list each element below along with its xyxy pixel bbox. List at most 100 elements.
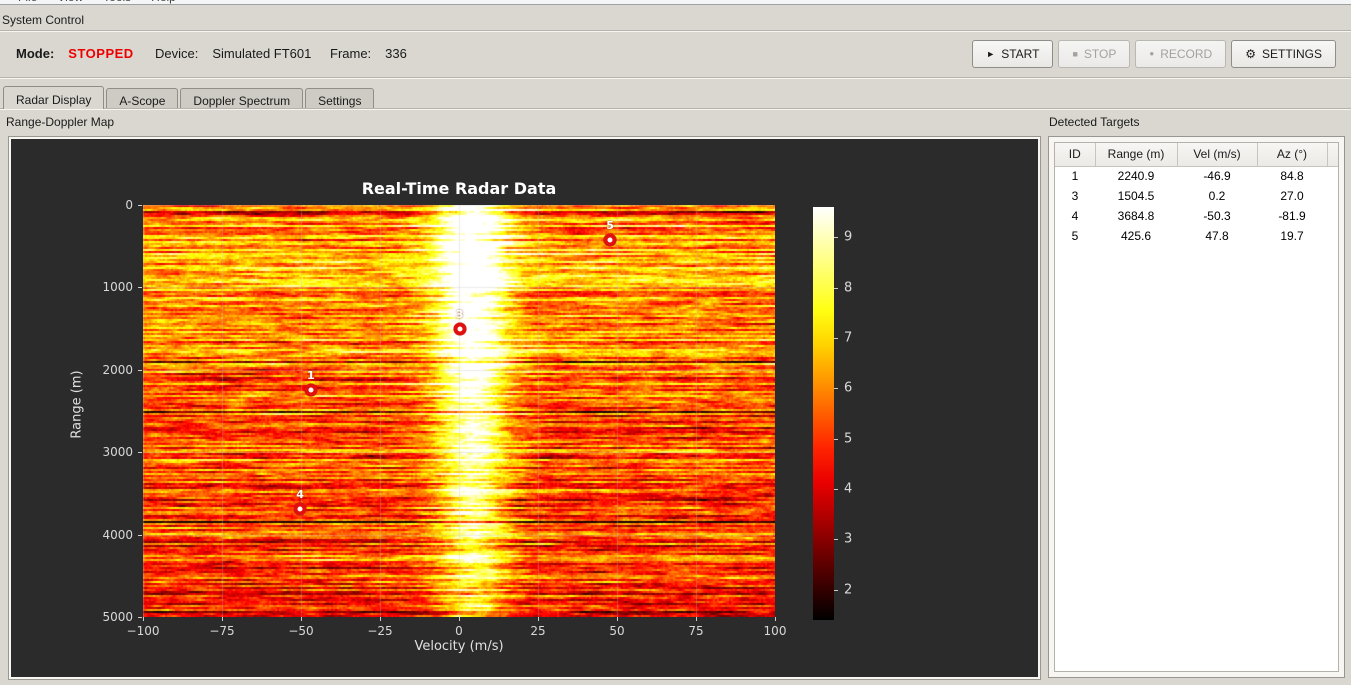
stop-icon: ■ [1072,48,1078,59]
target-marker-label: 1 [306,368,315,382]
menu-item-tools[interactable]: Tools [93,0,141,4]
stop-button-label: STOP [1083,47,1117,61]
x-tick-mark [538,617,539,621]
colorbar-tick-label: 9 [844,229,853,245]
menu-item-help[interactable]: Help [141,0,186,4]
colorbar-tick-mark [834,237,838,239]
table-cell: 3684.8 [1117,209,1155,223]
target-marker-4[interactable] [293,502,307,516]
tab-bar: Radar Display A-Scope Doppler Spectrum Sett… [3,86,375,109]
x-tick-label: −75 [209,624,235,638]
table-cell: 27.0 [1280,189,1304,203]
colorbar-tick-mark [834,388,838,390]
detected-targets-table: ID Range (m) Vel (m/s) Az (°) 1 2240.9 -46.9 8… [1055,143,1338,246]
colorbar-tick-label: 4 [844,481,853,497]
frame-label: Frame: [330,46,372,61]
column-header-id[interactable]: ID [1055,143,1096,167]
target-marker-label: 4 [296,487,304,501]
table-cell: 47.8 [1205,229,1229,243]
colorbar-tick-mark [834,489,838,491]
tab-radar-display[interactable]: Radar Display [3,86,105,109]
tab-doppler-spectrum[interactable]: Doppler Spectrum [180,88,304,109]
colorbar-tick-mark [834,337,838,339]
table-cell: -46.9 [1203,169,1231,184]
menu-bar[interactable]: FileViewToolsHelp [0,0,1351,5]
table-cell: 5 [1071,229,1079,243]
table-cell: 1 [1071,169,1079,184]
record-icon: ● [1149,49,1155,58]
device-label: Device: [155,46,199,61]
mode-value: STOPPED [68,46,134,61]
table-row[interactable]: 4 3684.8 -50.3 -81.9 [1055,206,1338,226]
gear-icon: ⚙ [1245,47,1256,61]
table-cell-filler [1327,206,1338,226]
y-tick-label: 5000 [102,610,133,624]
x-tick-label: −25 [367,624,393,638]
column-header-range-m-[interactable]: Range (m) [1094,143,1178,167]
divider [0,77,1351,79]
colorbar-tick-label: 3 [844,531,853,547]
settings-button-label: SETTINGS [1261,47,1322,61]
target-marker-3[interactable] [453,322,467,336]
y-tick-mark [138,369,142,371]
colorbar-tick-label: 7 [844,330,853,346]
x-tick-label: 100 [763,624,787,638]
y-tick-label: 2000 [102,362,133,377]
x-tick-label: 25 [530,624,546,638]
record-button-label: RECORD [1160,47,1213,61]
tab-a-scope[interactable]: A-Scope [106,88,179,109]
target-marker-5[interactable] [603,233,617,247]
y-tick-label: 4000 [102,527,133,542]
settings-button[interactable]: ⚙ SETTINGS [1231,40,1336,68]
y-tick-label: 3000 [102,445,133,460]
y-tick-mark [138,205,142,206]
mode-field: Mode: STOPPED [16,46,134,61]
table-cell: -81.9 [1278,209,1306,223]
table-row[interactable]: 1 2240.9 -46.9 84.8 [1055,166,1338,186]
colorbar-tick-mark [834,589,838,591]
menu-item-view[interactable]: View [47,0,93,4]
target-marker-1[interactable] [304,383,318,397]
colorbar [813,207,834,620]
colorbar-tick-label: 2 [844,582,853,598]
table-cell: 19.7 [1280,229,1304,243]
table-cell: 1504.5 [1117,189,1155,203]
x-tick-mark [459,617,460,621]
x-tick-mark [380,617,381,621]
table-cell-filler [1327,186,1338,206]
menu-item-file[interactable]: File [8,0,47,4]
detected-targets-table-container[interactable]: ID Range (m) Vel (m/s) Az (°) 1 2240.9 -46.9 8… [1054,142,1339,672]
mode-label: Mode: [16,46,55,61]
system-control-group-label: System Control [2,13,85,27]
y-tick-mark [138,287,142,289]
x-tick-label: 0 [455,624,463,638]
y-tick-label: 0 [125,198,133,212]
frame-field: Frame: 336 [330,46,407,61]
colorbar-tick-mark [834,438,838,440]
detected-targets-group-label: Detected Targets [1049,115,1140,129]
divider [0,108,1351,110]
x-axis-label: Velocity (m/s) [414,639,504,654]
table-cell-filler [1327,166,1338,186]
x-tick-label: −100 [126,624,160,638]
radar-plot-panel[interactable]: Real-Time Radar Data Range (m) Velocity … [11,139,1038,677]
range-doppler-heatmap[interactable] [143,205,775,617]
tab-settings[interactable]: Settings [305,88,375,109]
colorbar-tick-label: 6 [844,380,853,396]
stop-button: ■ STOP [1058,40,1131,68]
table-cell-filler [1327,226,1338,246]
target-marker-label: 3 [455,307,464,321]
y-tick-label: 1000 [102,280,133,295]
x-tick-label: 75 [688,624,704,638]
column-header-vel-m-s-[interactable]: Vel (m/s) [1176,143,1258,167]
table-row[interactable]: 3 1504.5 0.2 27.0 [1055,186,1338,206]
colorbar-tick-mark [834,539,838,541]
x-tick-mark [301,617,302,621]
start-button[interactable]: ► START [972,40,1054,68]
start-button-label: START [1001,47,1040,61]
target-marker-label: 5 [606,219,614,233]
table-row[interactable]: 5 425.6 47.8 19.7 [1055,226,1338,246]
record-button: ● RECORD [1135,40,1227,68]
column-header-az-[interactable]: Az (°) [1256,143,1328,167]
table-cell: 3 [1071,189,1079,203]
